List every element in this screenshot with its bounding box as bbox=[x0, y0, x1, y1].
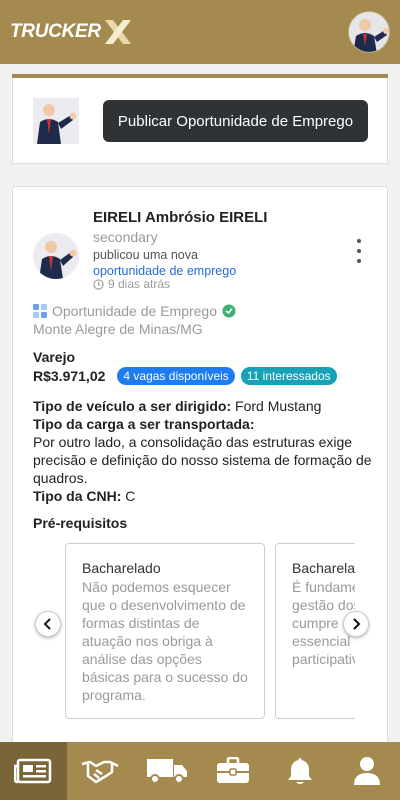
price-row: R$3.971,02 4 vagas disponíveis 11 intere… bbox=[33, 367, 337, 385]
nav-jobs[interactable] bbox=[200, 742, 267, 800]
user-avatar[interactable] bbox=[348, 11, 390, 53]
job-opportunity-link[interactable]: oportunidade de emprego bbox=[93, 264, 236, 278]
publish-card: Publicar Oportunidade de Emprego bbox=[12, 78, 388, 164]
vacancies-badge: 4 vagas disponíveis bbox=[117, 367, 235, 385]
category-grid-icon bbox=[33, 304, 47, 318]
job-details: Tipo de veículo a ser dirigido: Ford Mus… bbox=[33, 397, 373, 505]
author-avatar[interactable] bbox=[33, 233, 79, 279]
job-post-card: EIRELI Ambrósio EIRELI secondary publico… bbox=[12, 186, 388, 746]
vehicle-value: Ford Mustang bbox=[235, 398, 322, 414]
prerequisites-title: Pré-requisitos bbox=[33, 515, 128, 531]
cargo-value: Por outro lado, a consolidação das estru… bbox=[33, 434, 372, 486]
cnh-label: Tipo da CNH: bbox=[33, 488, 122, 504]
published-text: publicou uma nova oportunidade de empreg… bbox=[93, 247, 263, 279]
bell-icon bbox=[288, 758, 313, 784]
carousel-prev-button[interactable] bbox=[35, 611, 61, 637]
post-type-label: Oportunidade de Emprego bbox=[52, 303, 217, 319]
cargo-row: Tipo da carga a ser transportada: Por ou… bbox=[33, 415, 373, 487]
more-options-icon[interactable] bbox=[353, 239, 365, 263]
prerequisites-carousel: Bacharelado Não podemos esquecer que o d… bbox=[33, 543, 369, 723]
post-time: 9 dias atrás bbox=[93, 277, 170, 291]
published-action: publicou uma nova bbox=[93, 248, 198, 262]
user-icon bbox=[353, 757, 380, 785]
post-time-text: 9 dias atrás bbox=[108, 277, 171, 291]
prerequisite-card: Bacharelado É fundamental que a gestão d… bbox=[275, 543, 355, 719]
bottom-navigation bbox=[0, 742, 400, 800]
nav-notifications[interactable] bbox=[267, 742, 334, 800]
trucker-x-logo[interactable]: TRUCKER bbox=[10, 18, 133, 46]
vehicle-label: Tipo de veículo a ser dirigido: bbox=[33, 398, 232, 414]
avatar-illustration bbox=[33, 233, 79, 279]
chevron-left-icon bbox=[43, 618, 51, 630]
prerequisite-text: Não podemos esquecer que o desenvolvimen… bbox=[82, 579, 248, 703]
author-name[interactable]: EIRELI Ambrósio EIRELI bbox=[93, 209, 267, 226]
prerequisite-card: Bacharelado Não podemos esquecer que o d… bbox=[65, 543, 265, 719]
cargo-label: Tipo da carga a ser transportada: bbox=[33, 416, 255, 432]
verified-icon bbox=[222, 304, 236, 318]
top-app-bar: TRUCKER bbox=[0, 0, 400, 64]
cnh-row: Tipo da CNH: C bbox=[33, 487, 373, 505]
nav-feed[interactable] bbox=[0, 742, 67, 800]
author-role: secondary bbox=[93, 229, 158, 245]
logo-text: TRUCKER bbox=[10, 21, 101, 42]
briefcase-icon bbox=[217, 757, 250, 783]
carousel-window: Bacharelado Não podemos esquecer que o d… bbox=[65, 543, 355, 723]
avatar-illustration bbox=[33, 98, 79, 144]
prerequisite-title: Bacharelado bbox=[82, 560, 161, 576]
chevron-right-icon bbox=[353, 618, 361, 630]
post-type: Oportunidade de Emprego bbox=[33, 303, 236, 319]
nav-profile[interactable] bbox=[333, 742, 400, 800]
nav-partnerships[interactable] bbox=[67, 742, 134, 800]
prerequisite-title: Bacharelado bbox=[292, 560, 355, 576]
job-category: Varejo bbox=[33, 349, 76, 365]
newspaper-icon bbox=[14, 758, 52, 784]
job-salary: R$3.971,02 bbox=[33, 368, 106, 384]
truck-icon bbox=[146, 759, 187, 784]
avatar-illustration bbox=[349, 12, 389, 52]
post-location: Monte Alegre de Minas/MG bbox=[33, 321, 203, 337]
publish-job-button[interactable]: Publicar Oportunidade de Emprego bbox=[103, 100, 368, 142]
nav-freight[interactable] bbox=[133, 742, 200, 800]
logo-x-icon bbox=[104, 20, 131, 44]
publisher-avatar bbox=[33, 98, 79, 144]
vehicle-row: Tipo de veículo a ser dirigido: Ford Mus… bbox=[33, 397, 373, 415]
cnh-value: C bbox=[125, 488, 136, 504]
clock-icon bbox=[93, 278, 104, 290]
carousel-next-button[interactable] bbox=[343, 611, 369, 637]
handshake-icon bbox=[81, 760, 119, 784]
interested-badge[interactable]: 11 interessados bbox=[240, 367, 337, 385]
